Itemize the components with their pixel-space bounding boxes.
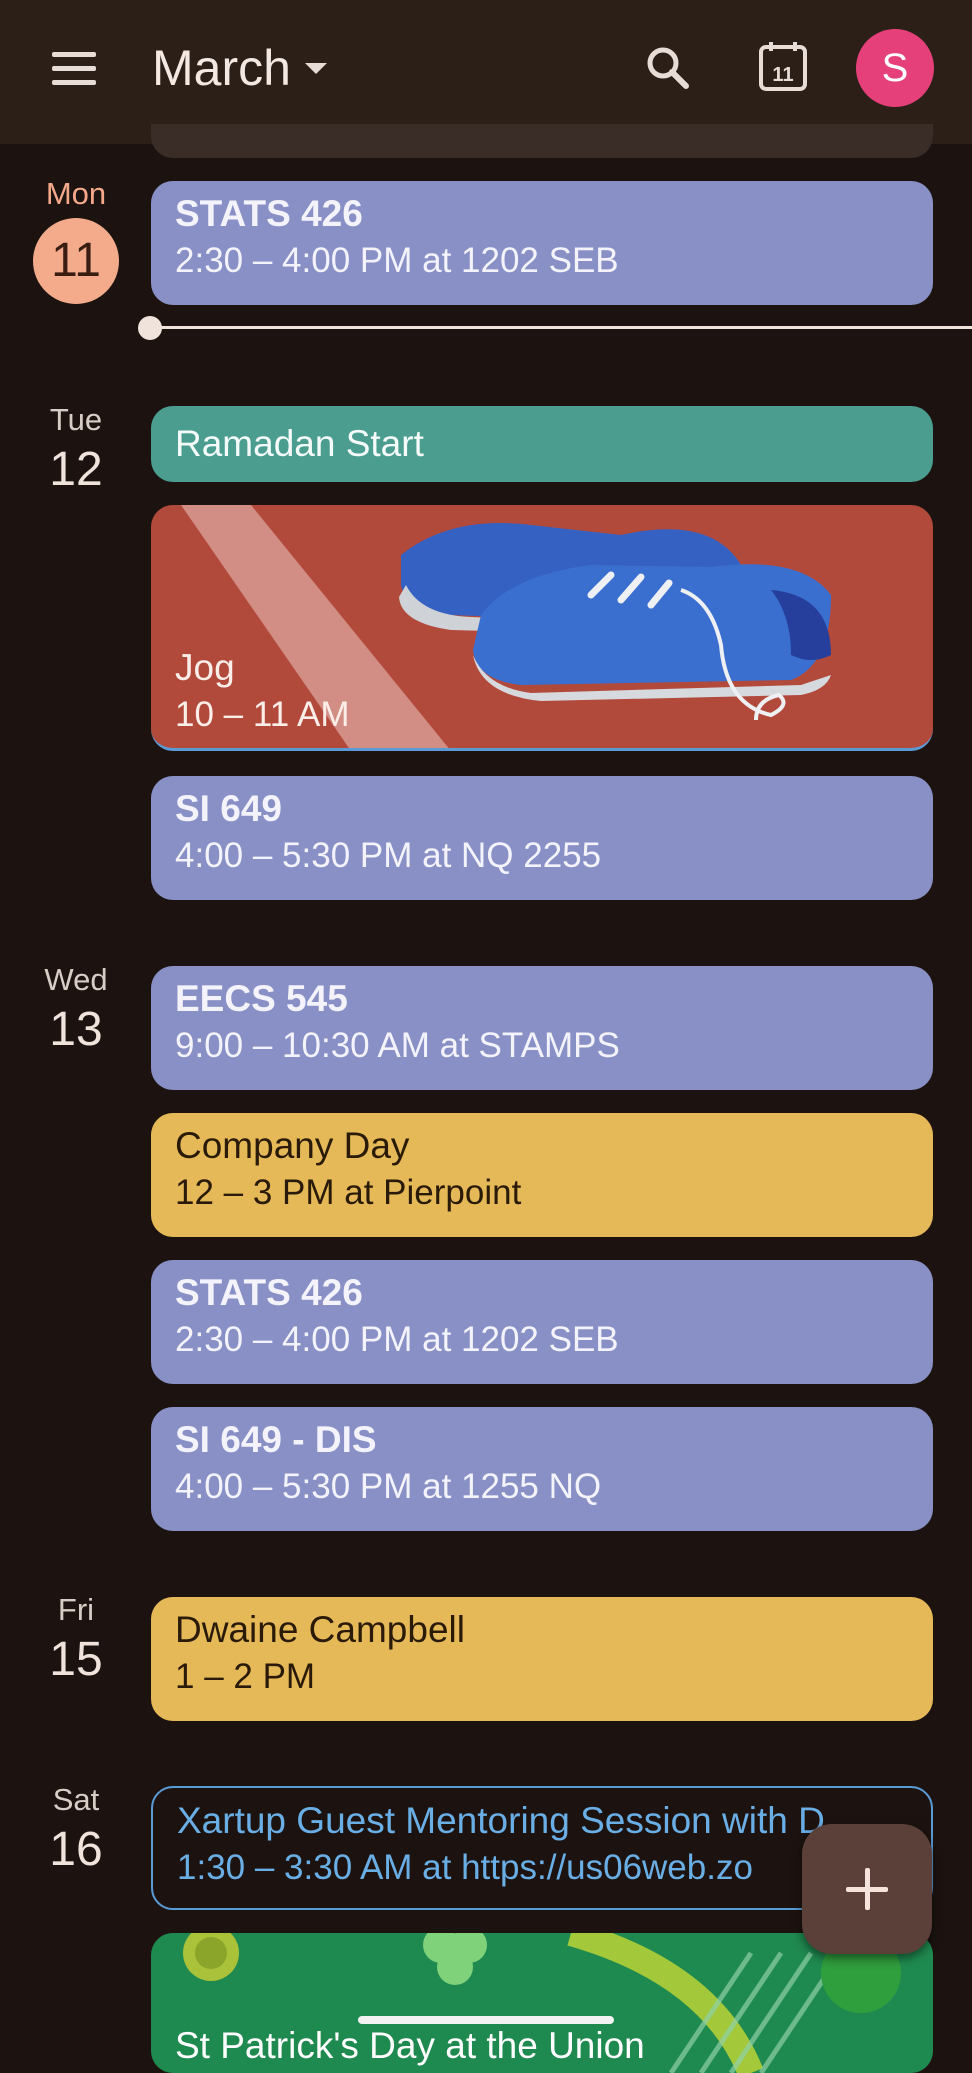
event-title: STATS 426 <box>175 1272 363 1313</box>
month-selector[interactable]: March <box>152 36 327 100</box>
create-event-button[interactable] <box>802 1824 932 1954</box>
day-label-mon[interactable]: Mon 11 <box>20 176 132 304</box>
today-date-circle: 11 <box>33 218 119 304</box>
day-name: Mon <box>45 176 107 211</box>
today-icon-day: 11 <box>772 64 793 86</box>
event-dwaine-campbell[interactable]: Dwaine Campbell 1 – 2 PM <box>151 1597 933 1721</box>
event-time: 12 – 3 PM at Pierpoint <box>175 1173 522 1212</box>
partial-event[interactable] <box>151 124 933 158</box>
day-number: 13 <box>49 1003 103 1056</box>
top-app-bar: March 11 S <box>0 0 972 144</box>
menu-icon[interactable] <box>52 52 100 88</box>
event-title: Jog <box>175 647 235 688</box>
search-icon[interactable] <box>640 40 696 96</box>
event-time: 1 – 2 PM <box>175 1657 316 1696</box>
event-time: 9:00 – 10:30 AM at STAMPS <box>175 1026 620 1065</box>
event-time: 10 – 11 AM <box>175 695 350 734</box>
event-time: 2:30 – 4:00 PM at 1202 SEB <box>175 241 619 280</box>
day-label-tue[interactable]: Tue 12 <box>20 402 132 497</box>
event-title: Company Day <box>175 1125 410 1166</box>
event-stats-426-mon[interactable]: STATS 426 2:30 – 4:00 PM at 1202 SEB <box>151 181 933 305</box>
event-si-649-dis[interactable]: SI 649 - DIS 4:00 – 5:30 PM at 1255 NQ <box>151 1407 933 1531</box>
event-ramadan-start[interactable]: Ramadan Start <box>151 406 933 482</box>
event-title: Xartup Guest Mentoring Session with D <box>177 1800 825 1841</box>
avatar[interactable]: S <box>856 29 934 107</box>
event-title: SI 649 <box>175 788 282 829</box>
day-name: Fri <box>57 1592 95 1627</box>
event-si-649[interactable]: SI 649 4:00 – 5:30 PM at NQ 2255 <box>151 776 933 900</box>
day-number: 12 <box>49 443 103 496</box>
event-company-day[interactable]: Company Day 12 – 3 PM at Pierpoint <box>151 1113 933 1237</box>
event-time: 1:30 – 3:30 AM at https://us06web.zo <box>177 1848 753 1887</box>
day-name: Wed <box>44 962 108 997</box>
event-eecs-545[interactable]: EECS 545 9:00 – 10:30 AM at STAMPS <box>151 966 933 1090</box>
event-title: Dwaine Campbell <box>175 1609 465 1650</box>
event-stats-426-wed[interactable]: STATS 426 2:30 – 4:00 PM at 1202 SEB <box>151 1260 933 1384</box>
calendar-today-icon[interactable]: 11 <box>756 40 812 96</box>
day-label-wed[interactable]: Wed 13 <box>20 962 132 1057</box>
event-title: SI 649 - DIS <box>175 1419 377 1460</box>
event-st-patricks-day[interactable]: St Patrick's Day at the Union <box>151 1933 933 2073</box>
event-jog[interactable]: Jog 10 – 11 AM <box>151 505 933 751</box>
event-time: 4:00 – 5:30 PM at NQ 2255 <box>175 836 602 875</box>
event-time: 2:30 – 4:00 PM at 1202 SEB <box>175 1320 619 1359</box>
event-title: STATS 426 <box>175 193 363 234</box>
day-name: Sat <box>52 1782 100 1817</box>
event-title: St Patrick's Day at the Union <box>175 2025 645 2066</box>
day-number: 16 <box>49 1823 103 1876</box>
chevron-down-icon <box>304 62 327 74</box>
month-title: March <box>152 40 291 96</box>
event-title: Ramadan Start <box>175 423 424 464</box>
current-time-line <box>150 326 972 329</box>
day-label-fri[interactable]: Fri 15 <box>20 1592 132 1687</box>
event-title: EECS 545 <box>175 978 348 1019</box>
event-time: 4:00 – 5:30 PM at 1255 NQ <box>175 1467 602 1506</box>
gesture-bar[interactable] <box>358 2016 614 2024</box>
day-label-sat[interactable]: Sat 16 <box>20 1782 132 1877</box>
day-name: Tue <box>49 402 103 437</box>
day-number: 15 <box>49 1633 103 1686</box>
